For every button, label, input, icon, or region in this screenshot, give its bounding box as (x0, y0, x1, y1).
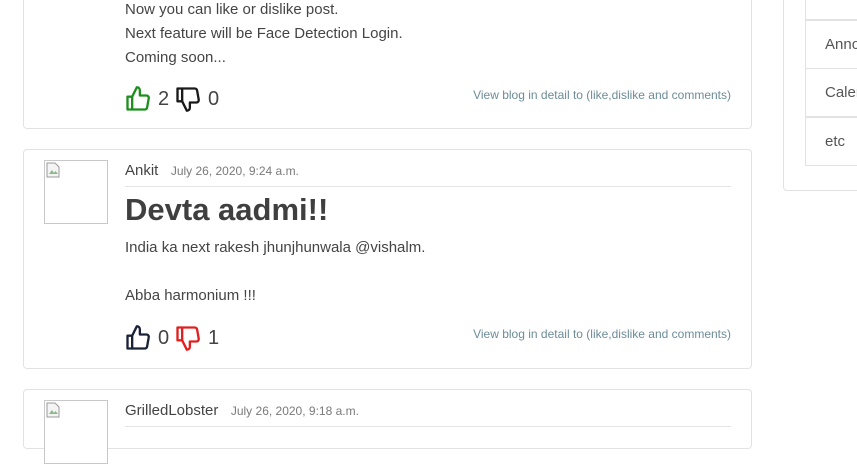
post-meta: Ankit July 26, 2020, 9:24 a.m. (125, 162, 731, 187)
thumbs-down-icon (176, 87, 200, 112)
thumbs-up-icon (126, 86, 150, 111)
like-count: 0 (158, 326, 170, 349)
post-date: July 26, 2020, 9:24 a.m. (170, 164, 299, 178)
like-count: 2 (158, 87, 170, 110)
sidebar-item-calendar[interactable]: Calen (805, 68, 857, 117)
sidebar-item-announcements[interactable]: Anno (805, 20, 857, 69)
sidebar-item-top[interactable] (805, 0, 857, 20)
avatar (44, 400, 108, 464)
post-date: July 26, 2020, 9:18 a.m. (230, 404, 359, 418)
sidebar: Anno Calen etc (783, 0, 857, 191)
dislike-count: 1 (208, 326, 220, 349)
sidebar-item-etc[interactable]: etc (805, 117, 857, 166)
like-button[interactable]: 0 (124, 324, 169, 352)
view-blog-detail-link[interactable]: View blog in detail to (like,dislike and… (473, 88, 731, 102)
post-body-line: Abba harmonium !!! (125, 287, 256, 304)
view-blog-detail-link[interactable]: View blog in detail to (like,dislike and… (473, 327, 731, 341)
thumbs-up-icon (126, 325, 150, 350)
avatar (44, 160, 108, 224)
post-author[interactable]: GrilledLobster (125, 402, 218, 419)
broken-image-icon (46, 162, 60, 178)
post-card: Ankit July 26, 2020, 9:24 a.m. Devta aad… (23, 149, 752, 369)
broken-image-icon (46, 402, 60, 418)
post-meta: GrilledLobster July 26, 2020, 9:18 a.m. (125, 402, 731, 427)
post-card: Now you can like or dislike post. Next f… (23, 0, 752, 129)
thumbs-down-icon (176, 326, 200, 351)
post-body-line: Now you can like or dislike post. (125, 1, 339, 18)
dislike-count: 0 (208, 87, 220, 110)
dislike-button[interactable]: 1 (174, 324, 219, 352)
post-title[interactable]: Devta aadmi!! (125, 192, 328, 228)
post-card: GrilledLobster July 26, 2020, 9:18 a.m. (23, 389, 752, 464)
post-body-line: Coming soon... (125, 49, 226, 66)
post-body-line: India ka next rakesh jhunjhunwala @visha… (125, 239, 426, 256)
post-author[interactable]: Ankit (125, 162, 158, 179)
post-body-line: Next feature will be Face Detection Logi… (125, 25, 403, 42)
dislike-button[interactable]: 0 (174, 85, 219, 113)
like-button[interactable]: 2 (124, 85, 169, 113)
